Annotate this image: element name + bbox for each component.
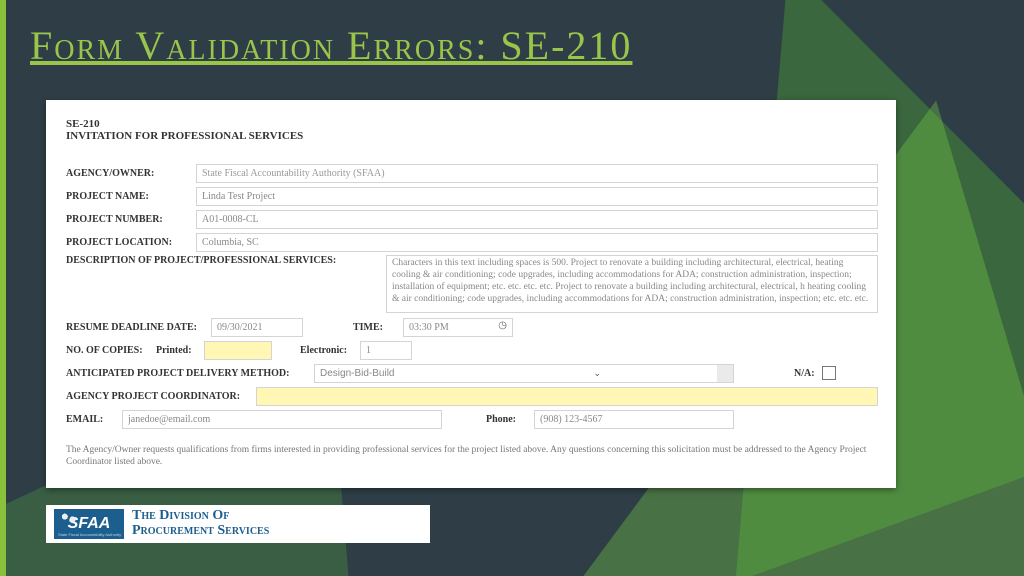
form-footnote: The Agency/Owner requests qualifications… bbox=[66, 444, 878, 469]
electronic-field[interactable] bbox=[360, 341, 412, 360]
delivery-method-label: ANTICIPATED PROJECT DELIVERY METHOD: bbox=[66, 368, 314, 379]
description-field[interactable]: Characters in this text including spaces… bbox=[386, 255, 878, 313]
coordinator-label: AGENCY PROJECT COORDINATOR: bbox=[66, 391, 256, 402]
printed-field[interactable] bbox=[204, 341, 272, 360]
accent-stripe bbox=[0, 0, 6, 576]
project-name-field[interactable] bbox=[196, 187, 878, 206]
delivery-method-select[interactable]: Design-Bid-Build bbox=[314, 364, 734, 383]
time-label: TIME: bbox=[353, 322, 403, 333]
email-field[interactable] bbox=[122, 410, 442, 429]
agency-owner-field[interactable] bbox=[196, 164, 878, 183]
printed-label: Printed: bbox=[156, 345, 204, 356]
phone-label: Phone: bbox=[486, 414, 534, 425]
clock-icon: ◷ bbox=[498, 320, 507, 331]
copies-label: NO. OF COPIES: bbox=[66, 345, 156, 356]
slide-title: Form Validation Errors: SE-210 bbox=[30, 22, 632, 69]
logo-bar: SFAA State Fiscal Accountability Authori… bbox=[46, 505, 430, 543]
time-field[interactable] bbox=[403, 318, 513, 337]
project-number-field[interactable] bbox=[196, 210, 878, 229]
description-label: DESCRIPTION OF PROJECT/PROFESSIONAL SERV… bbox=[66, 255, 386, 266]
resume-deadline-label: RESUME DEADLINE DATE: bbox=[66, 322, 211, 333]
project-location-field[interactable] bbox=[196, 233, 878, 252]
phone-field[interactable] bbox=[534, 410, 734, 429]
form-subtitle: INVITATION FOR PROFESSIONAL SERVICES bbox=[66, 130, 878, 142]
coordinator-field[interactable] bbox=[256, 387, 878, 406]
email-label: EMAIL: bbox=[66, 414, 122, 425]
electronic-label: Electronic: bbox=[300, 345, 360, 356]
project-location-label: PROJECT LOCATION: bbox=[66, 237, 196, 248]
form-card: SE-210 INVITATION FOR PROFESSIONAL SERVI… bbox=[46, 100, 896, 488]
project-number-label: PROJECT NUMBER: bbox=[66, 214, 196, 225]
na-checkbox[interactable] bbox=[822, 366, 836, 380]
division-name: The Division Of Procurement Services bbox=[132, 509, 269, 538]
sfaa-logo: SFAA State Fiscal Accountability Authori… bbox=[54, 509, 124, 539]
agency-owner-label: AGENCY/OWNER: bbox=[66, 168, 196, 179]
project-name-label: PROJECT NAME: bbox=[66, 191, 196, 202]
resume-deadline-field[interactable] bbox=[211, 318, 303, 337]
chevron-down-icon: ⌄ bbox=[593, 368, 601, 379]
form-code: SE-210 bbox=[66, 118, 878, 130]
na-label: N/A: bbox=[794, 368, 822, 379]
